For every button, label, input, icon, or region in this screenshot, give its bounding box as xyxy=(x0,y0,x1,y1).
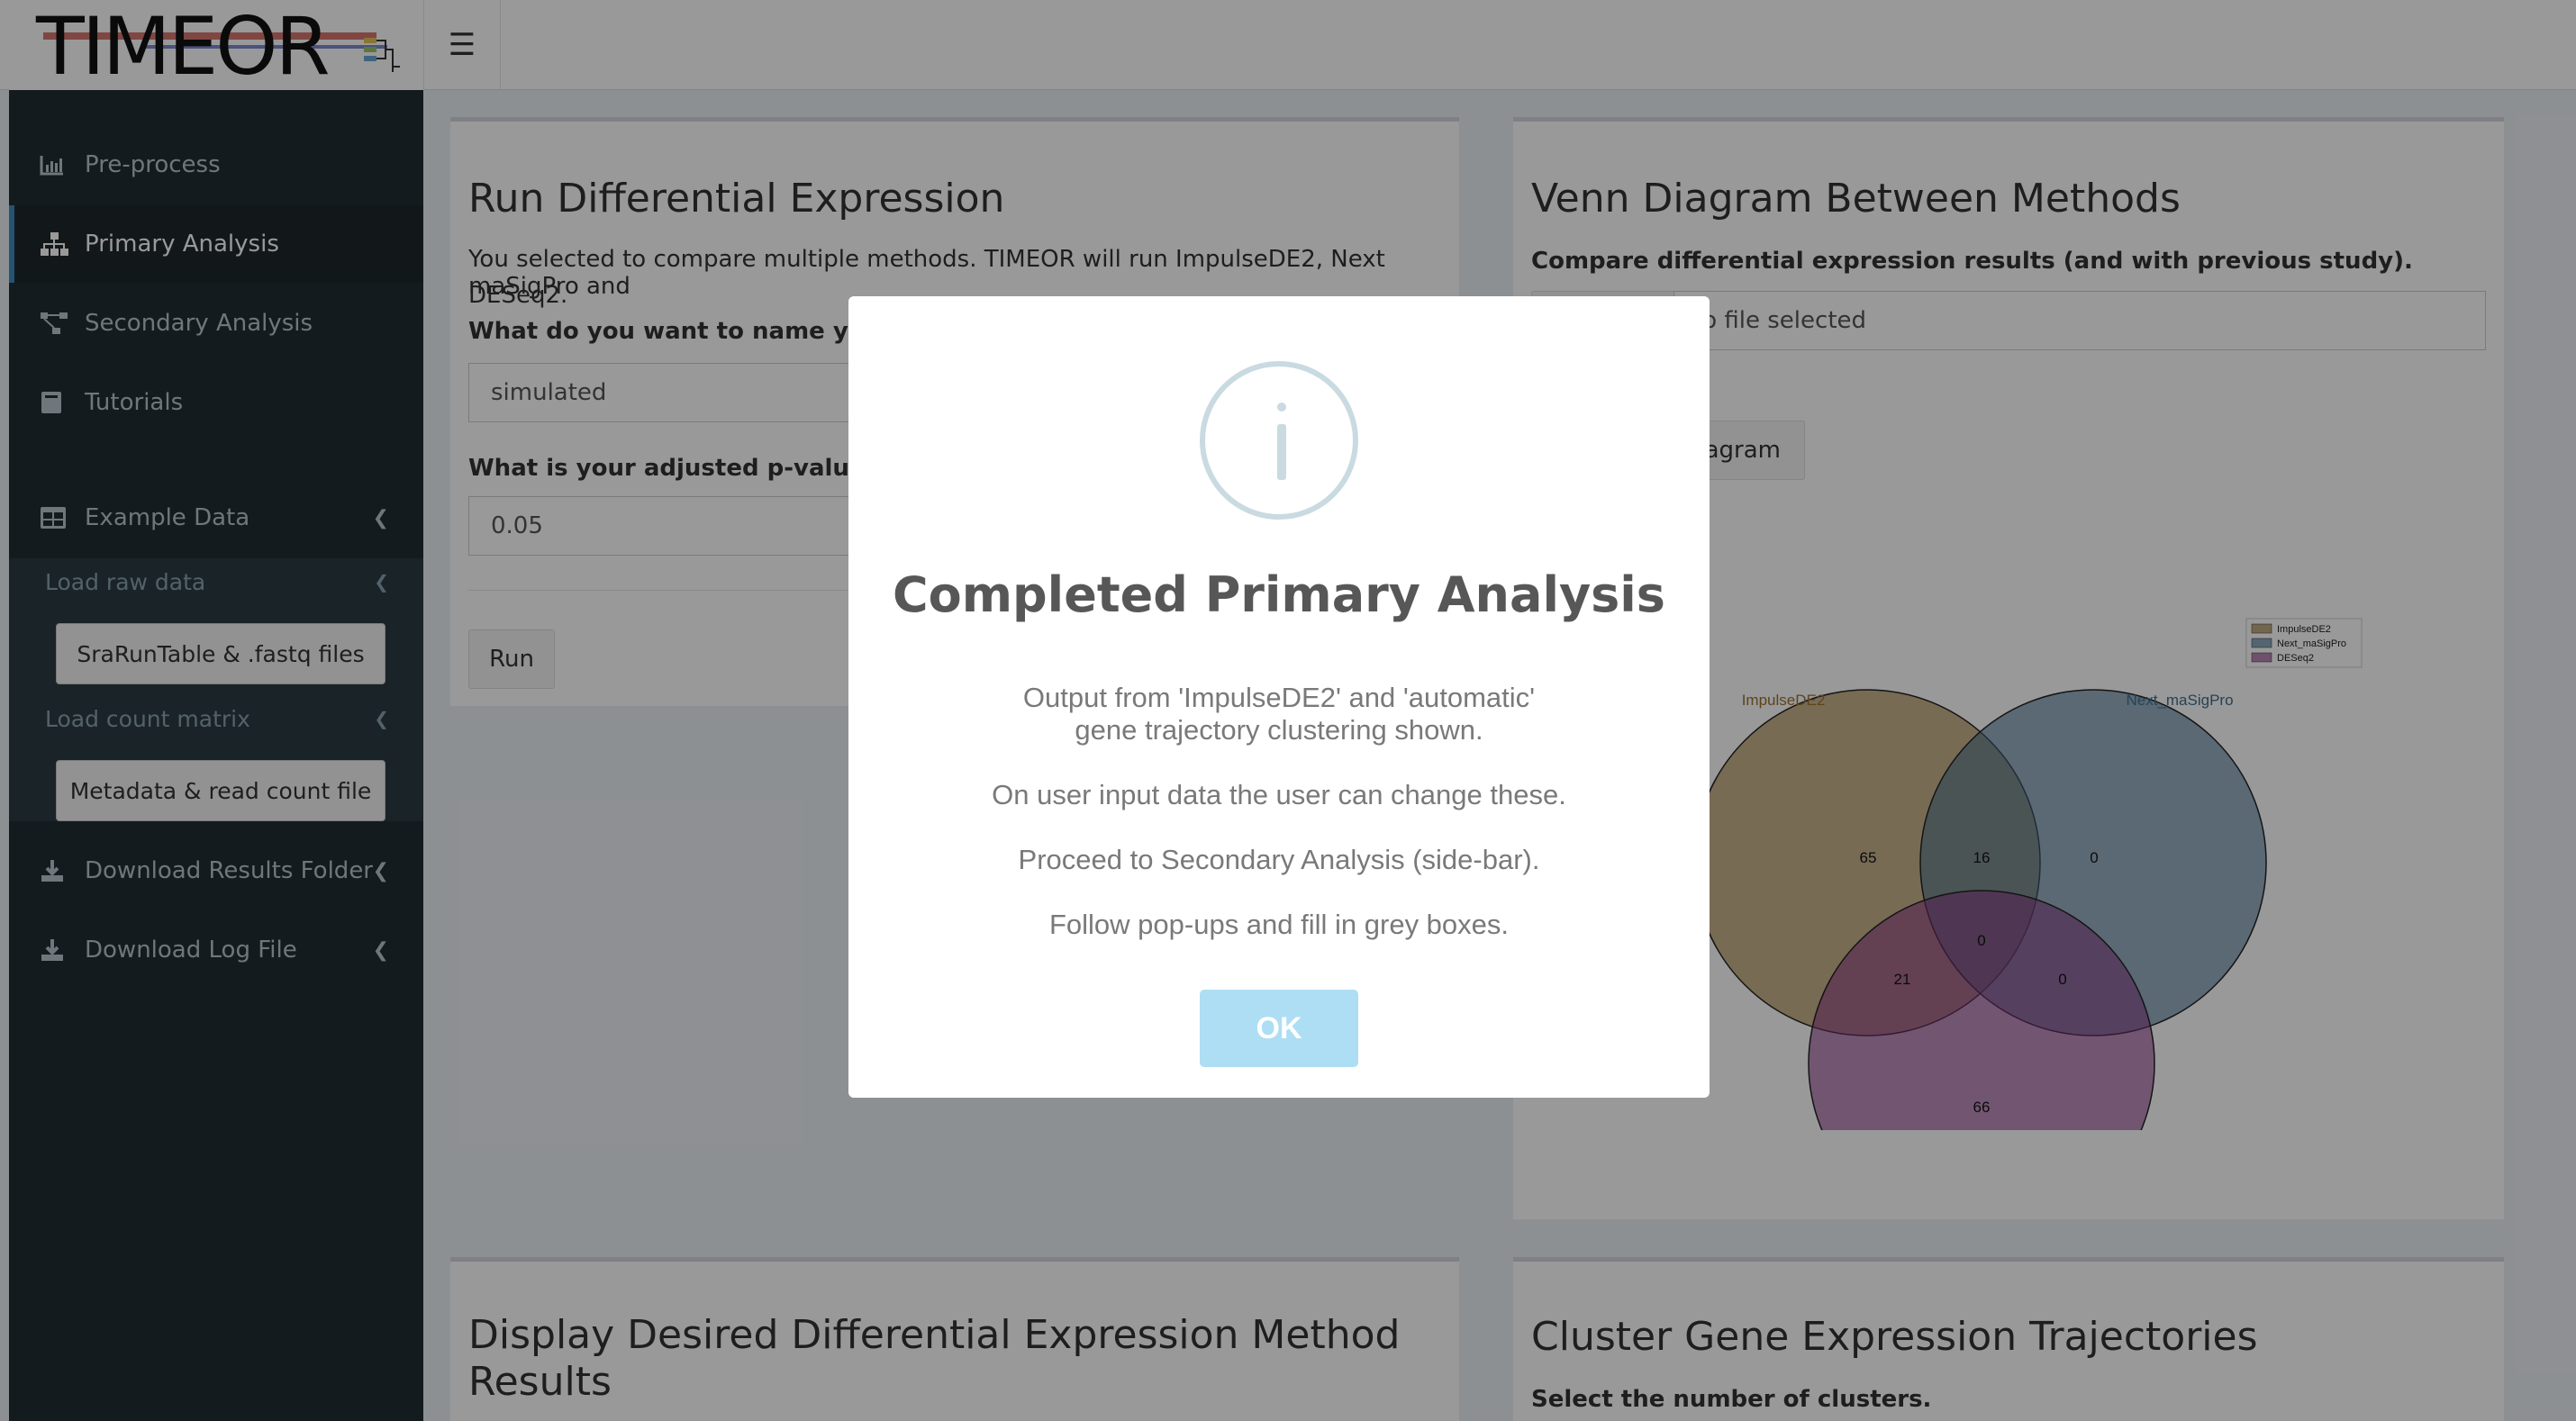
info-icon-dot xyxy=(1277,403,1286,412)
modal-text-line-4: Proceed to Secondary Analysis (side-bar)… xyxy=(1018,844,1540,875)
modal-text-line-5: Follow pop-ups and fill in grey boxes. xyxy=(1048,909,1510,940)
completion-modal: Completed Primary Analysis Output from '… xyxy=(848,296,1710,1098)
modal-text-line-1: Output from 'ImpulseDE2' and 'automatic' xyxy=(1022,682,1536,713)
ok-button[interactable]: OK xyxy=(1200,990,1358,1067)
modal-text-line-2: gene trajectory clustering shown. xyxy=(1075,714,1483,746)
modal-text-line-3: On user input data the user can change t… xyxy=(992,779,1566,810)
modal-title: Completed Primary Analysis xyxy=(893,566,1665,623)
info-icon-bar xyxy=(1277,424,1286,480)
info-icon xyxy=(1200,361,1358,520)
